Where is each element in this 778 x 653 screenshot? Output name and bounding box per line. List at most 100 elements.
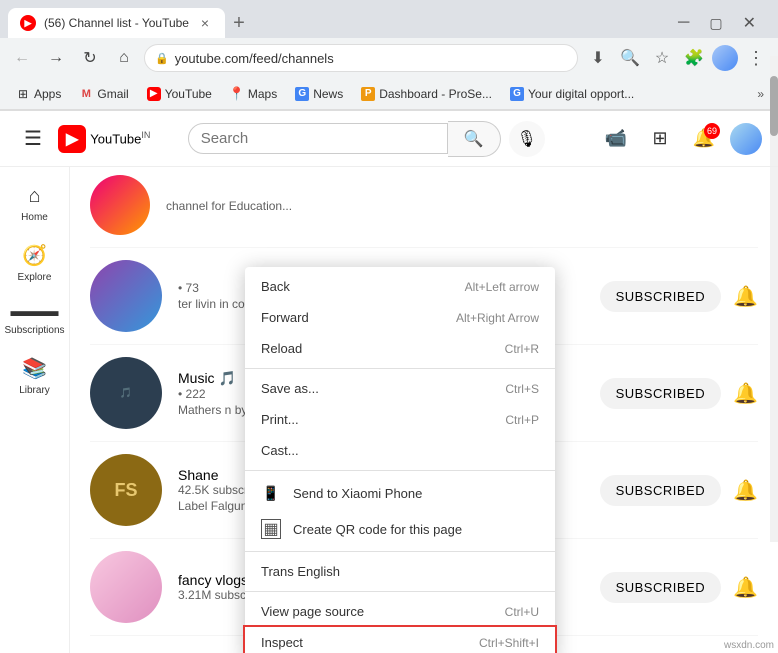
bookmark-digital[interactable]: G Your digital opport... [502,84,642,104]
menu-xiaomi-label: Send to Xiaomi Phone [293,486,539,501]
tab-bar: ▶ (56) Channel list - YouTube × + ─ ▢ ✕ [0,0,778,38]
menu-item-reload[interactable]: Reload Ctrl+R [245,333,555,364]
youtube-app: ☰ ▶ YouTubeIN 🔍 🎙 📹 ⊞ 🔔 69 [0,111,778,653]
menu-icon[interactable]: ⋮ [742,44,770,72]
bookmarks-bar: ⊞ Apps M Gmail ▶ YouTube 📍 Maps G News P… [0,78,778,110]
bookmark-icon[interactable]: ☆ [648,44,676,72]
menu-item-save[interactable]: Save as... Ctrl+S [245,373,555,404]
bell-icon[interactable]: 🔔 [733,575,758,600]
menu-print-label: Print... [261,412,493,427]
tab-title: (56) Channel list - YouTube [44,16,189,30]
menu-item-translate[interactable]: Trans English [245,556,555,587]
menu-forward-label: Forward [261,310,444,325]
search-input[interactable] [201,130,435,147]
minimize-icon[interactable]: ─ [672,14,695,32]
active-tab[interactable]: ▶ (56) Channel list - YouTube × [8,8,225,38]
menu-reload-label: Reload [261,341,493,356]
menu-item-forward[interactable]: Forward Alt+Right Arrow [245,302,555,333]
digital-favicon: G [510,87,524,101]
channel-actions: SUBSCRIBED 🔔 [600,281,758,312]
menu-item-print[interactable]: Print... Ctrl+P [245,404,555,435]
bookmark-apps[interactable]: ⊞ Apps [8,84,69,104]
close-icon[interactable]: ✕ [737,13,762,33]
new-tab-button[interactable]: + [225,9,253,37]
yt-content: channel for Education... • 73 ter livin … [70,167,778,653]
subscribe-button[interactable]: SUBSCRIBED [600,281,722,312]
channel-actions: SUBSCRIBED 🔔 [600,475,758,506]
forward-button[interactable]: → [42,44,70,72]
back-button[interactable]: ← [8,44,36,72]
bell-icon[interactable]: 🔔 [733,478,758,503]
video-upload-icon[interactable]: 📹 [598,121,634,157]
download-icon[interactable]: ⬇ [584,44,612,72]
sidebar-subscriptions-label: Subscriptions [4,325,64,336]
address-bar-row: ← → ↻ ⌂ 🔒 youtube.com/feed/channels ⬇ 🔍 … [0,38,778,78]
yt-sidebar: ⌂ Home 🧭 Explore ▬▬▬ Subscriptions 📚 Lib… [0,167,70,653]
tab-close-button[interactable]: × [197,15,213,31]
sidebar-item-library[interactable]: 📚 Library [0,346,69,406]
bookmark-news[interactable]: G News [287,84,351,104]
menu-item-viewsource[interactable]: View page source Ctrl+U [245,596,555,627]
context-menu: Back Alt+Left arrow Forward Alt+Right Ar… [245,267,555,653]
search-box[interactable] [188,123,448,154]
menu-item-xiaomi[interactable]: 📱 Send to Xiaomi Phone [245,475,555,511]
home-button[interactable]: ⌂ [110,44,138,72]
scrollbar[interactable] [770,167,778,542]
subscribe-button[interactable]: SUBSCRIBED [600,572,722,603]
bookmark-gmail[interactable]: M Gmail [71,84,136,104]
channel-item: channel for Education... [90,175,758,248]
mic-button[interactable]: 🎙 [509,121,545,157]
menu-cast-label: Cast... [261,443,539,458]
search-button[interactable]: 🔍 [448,121,501,157]
sidebar-item-explore[interactable]: 🧭 Explore [0,233,69,293]
yt-menu-button[interactable]: ☰ [16,118,50,159]
dashboard-favicon: P [361,87,375,101]
menu-back-label: Back [261,279,453,294]
bookmark-apps-label: Apps [34,87,61,101]
bell-icon[interactable]: 🔔 [733,284,758,309]
search-toolbar-icon[interactable]: 🔍 [616,44,644,72]
profile-avatar[interactable] [712,45,738,71]
channel-thumb: 🎵 [90,357,162,429]
sidebar-item-subscriptions[interactable]: ▬▬▬ Subscriptions [0,293,69,346]
maps-favicon: 📍 [230,87,244,101]
channel-thumb: FS [90,454,162,526]
yt-logo-icon: ▶ [58,125,86,153]
bookmark-maps[interactable]: 📍 Maps [222,84,285,104]
menu-forward-shortcut: Alt+Right Arrow [456,311,539,325]
more-bookmarks-button[interactable]: » [751,84,770,104]
yt-header: ☰ ▶ YouTubeIN 🔍 🎙 📹 ⊞ 🔔 69 [0,111,778,167]
bookmark-dashboard[interactable]: P Dashboard - ProSe... [353,84,500,104]
yt-body: ⌂ Home 🧭 Explore ▬▬▬ Subscriptions 📚 Lib… [0,167,778,653]
menu-back-shortcut: Alt+Left arrow [465,280,539,294]
bell-icon[interactable]: 🔔 [733,381,758,406]
bookmark-youtube[interactable]: ▶ YouTube [139,84,220,104]
search-area: 🔍 🎙 [188,121,545,157]
address-box[interactable]: 🔒 youtube.com/feed/channels [144,44,578,72]
menu-reload-shortcut: Ctrl+R [505,342,539,356]
browser-chrome: ▶ (56) Channel list - YouTube × + ─ ▢ ✕ … [0,0,778,111]
bookmark-gmail-label: Gmail [97,87,128,101]
subscribe-button[interactable]: SUBSCRIBED [600,378,722,409]
toolbar-icons: ⬇ 🔍 ☆ 🧩 ⋮ [584,44,770,72]
refresh-button[interactable]: ↻ [76,44,104,72]
bookmark-dashboard-label: Dashboard - ProSe... [379,87,492,101]
yt-logo[interactable]: ▶ YouTubeIN [58,125,150,153]
menu-item-cast[interactable]: Cast... [245,435,555,466]
tab-favicon: ▶ [20,15,36,31]
maximize-icon[interactable]: ▢ [703,15,728,32]
menu-item-qr[interactable]: ▦ Create QR code for this page [245,511,555,547]
menu-item-back[interactable]: Back Alt+Left arrow [245,271,555,302]
notifications-icon[interactable]: 🔔 69 [686,121,722,157]
apps-grid-icon[interactable]: ⊞ [642,121,678,157]
menu-qr-label: Create QR code for this page [293,522,539,537]
gmail-favicon: M [79,87,93,101]
user-avatar[interactable] [730,123,762,155]
extensions-icon[interactable]: 🧩 [680,44,708,72]
channel-info: channel for Education... [166,197,758,213]
subscribe-button[interactable]: SUBSCRIBED [600,475,722,506]
menu-item-inspect[interactable]: Inspect Ctrl+Shift+I [245,627,555,653]
bookmark-news-label: News [313,87,343,101]
menu-viewsource-label: View page source [261,604,493,619]
sidebar-item-home[interactable]: ⌂ Home [0,175,69,233]
